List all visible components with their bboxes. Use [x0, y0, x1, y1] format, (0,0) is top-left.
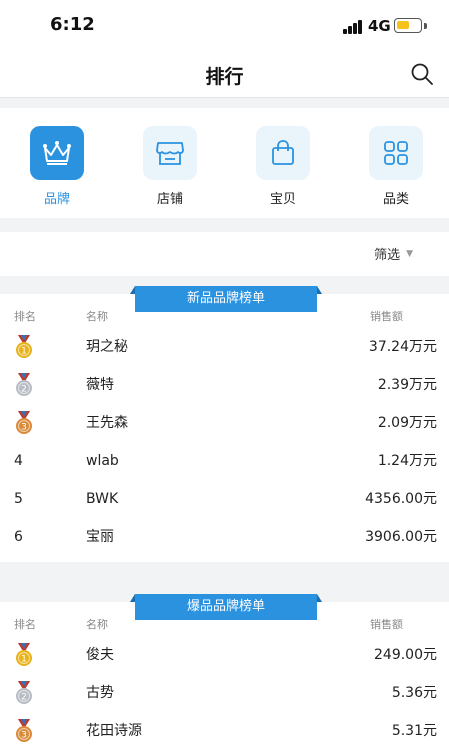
- brand-name: BWK: [86, 491, 119, 507]
- rank-cell: 2: [14, 366, 36, 404]
- table-row[interactable]: 4 wlab 1.24万元: [0, 442, 449, 480]
- svg-text:3: 3: [21, 731, 27, 741]
- svg-text:2: 2: [21, 693, 27, 703]
- status-bar: 6:12 4G: [0, 0, 449, 52]
- medal-icon: 1: [16, 335, 32, 358]
- rank-cell: 1: [14, 328, 36, 366]
- sales-amount: 3906.00元: [365, 529, 437, 545]
- rank-cell: 1: [14, 636, 36, 674]
- brand-name: 古势: [86, 685, 114, 701]
- medal-icon: 3: [16, 411, 32, 434]
- grid-icon: [384, 141, 408, 165]
- filter-button[interactable]: 筛选 ▼: [374, 244, 413, 263]
- table-row[interactable]: 1 俊夫 249.00元: [0, 636, 449, 674]
- brand-name: wlab: [86, 453, 119, 469]
- medal-icon: 3: [16, 719, 32, 742]
- sales-amount: 37.24万元: [368, 339, 437, 355]
- rank-number: 5: [14, 491, 23, 507]
- col-head-amount: 销售额: [370, 310, 403, 323]
- battery-tip: [424, 23, 427, 29]
- battery-icon: [394, 18, 422, 33]
- network-type: 4G: [368, 17, 391, 35]
- sales-amount: 2.39万元: [377, 377, 437, 393]
- category-tabs: 品牌 店铺 宝贝 品类: [0, 108, 449, 218]
- col-head-name: 名称: [86, 618, 108, 631]
- sales-amount: 1.24万元: [377, 453, 437, 469]
- svg-text:3: 3: [21, 423, 27, 433]
- brand-name: 玥之秘: [86, 339, 128, 355]
- rank-cell: 3: [14, 712, 36, 748]
- svg-text:1: 1: [21, 347, 27, 357]
- ranking-title: 爆品品牌榜单: [130, 594, 322, 620]
- col-head-rank: 排名: [14, 618, 36, 631]
- svg-text:1: 1: [21, 655, 27, 665]
- table-row[interactable]: 2 古势 5.36元: [0, 674, 449, 712]
- crown-icon: [43, 141, 71, 165]
- filter-bar: 筛选 ▼: [0, 232, 449, 276]
- search-icon[interactable]: [410, 62, 434, 86]
- tab-brand[interactable]: 品牌: [27, 126, 87, 212]
- tab-item[interactable]: 宝贝: [253, 126, 313, 212]
- rank-cell: 4: [14, 442, 36, 480]
- sales-amount: 5.36元: [391, 685, 437, 701]
- brand-name: 宝丽: [86, 529, 114, 545]
- rank-cell: 5: [14, 480, 36, 518]
- signal-icon: [343, 20, 363, 34]
- tab-store[interactable]: 店铺: [140, 126, 200, 212]
- tab-category[interactable]: 品类: [366, 126, 426, 212]
- table-row[interactable]: 6 宝丽 3906.00元: [0, 518, 449, 556]
- rank-number: 4: [14, 453, 23, 469]
- rank-cell: 3: [14, 404, 36, 442]
- nav-bar: 排行: [0, 52, 449, 98]
- tab-label: 店铺: [156, 192, 183, 207]
- caret-down-icon: ▼: [406, 248, 413, 259]
- col-head-rank: 排名: [14, 310, 36, 323]
- medal-icon: 2: [16, 373, 32, 396]
- table-row[interactable]: 1 玥之秘 37.24万元: [0, 328, 449, 366]
- sales-amount: 5.31元: [391, 723, 437, 739]
- ranking-list-new: 新品品牌榜单 排名 名称 销售额 1 玥之秘 37.24万元 2 薇特 2.39万元 3 王先…: [0, 286, 449, 562]
- rank-cell: 6: [14, 518, 36, 556]
- brand-name: 花田诗源: [86, 723, 142, 739]
- table-row[interactable]: 3 花田诗源 5.31元: [0, 712, 449, 748]
- sales-amount: 2.09万元: [377, 415, 437, 431]
- bag-icon: [272, 140, 294, 165]
- tab-label: 品类: [382, 192, 409, 207]
- brand-name: 俊夫: [86, 647, 114, 663]
- ranking-list-hot: 爆品品牌榜单 排名 名称 销售额 1 俊夫 249.00元 2 古势 5.36元 3 花田诗源…: [0, 594, 449, 748]
- brand-name: 薇特: [86, 377, 114, 393]
- medal-icon: 1: [16, 643, 32, 666]
- table-row[interactable]: 3 王先森 2.09万元: [0, 404, 449, 442]
- filter-label: 筛选: [374, 248, 401, 263]
- store-icon: [156, 142, 184, 165]
- col-head-name: 名称: [86, 310, 108, 323]
- rank-cell: 2: [14, 674, 36, 712]
- tab-label: 品牌: [43, 192, 70, 207]
- status-time: 6:12: [50, 14, 95, 35]
- col-head-amount: 销售额: [370, 618, 403, 631]
- sales-amount: 249.00元: [374, 647, 437, 663]
- ranking-title: 新品品牌榜单: [130, 286, 322, 312]
- rank-number: 6: [14, 529, 23, 545]
- table-row[interactable]: 5 BWK 4356.00元: [0, 480, 449, 518]
- tab-label: 宝贝: [269, 192, 296, 207]
- svg-text:2: 2: [21, 385, 27, 395]
- medal-icon: 2: [16, 681, 32, 704]
- brand-name: 王先森: [86, 415, 128, 431]
- page-title: 排行: [205, 66, 244, 88]
- table-row[interactable]: 2 薇特 2.39万元: [0, 366, 449, 404]
- sales-amount: 4356.00元: [365, 491, 437, 507]
